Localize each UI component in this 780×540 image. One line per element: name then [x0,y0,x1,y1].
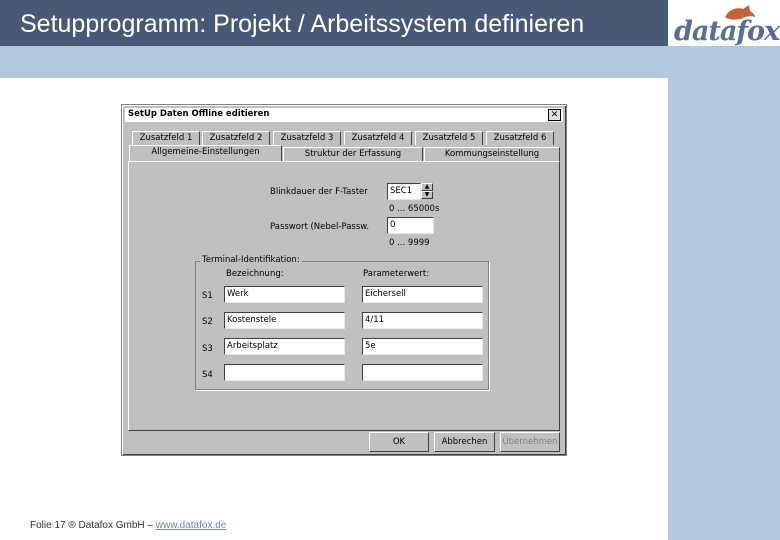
tab-zusatzfeld-3[interactable]: Zusatzfeld 3 [273,131,341,145]
slide-title: Setupprogramm: Projekt / Arbeitssystem d… [20,10,585,38]
tab-struktur-der-erfassung[interactable]: Struktur der Erfassung [283,147,423,161]
tab-zusatzfeld-1[interactable]: Zusatzfeld 1 [132,131,200,145]
row-label-s1: S1 [202,291,213,301]
blink-duration-input[interactable]: SEC1 [387,183,421,200]
datafox-logo: datafox: [674,16,780,47]
blink-duration-stepper[interactable]: ▲ ▼ [421,183,433,200]
slide-footer: Folie 17 ® Datafox GmbH – www.datafox.de [30,520,226,531]
dialog-title-bar: SetUp Daten Offline editieren ✕ [125,108,563,122]
logo-area: datafox: [668,0,780,47]
password-input[interactable]: 0 [387,217,434,234]
footer-text: Folie 17 ® Datafox GmbH – [30,520,156,531]
parameter-input-s3[interactable]: 5e [362,338,483,355]
apply-button[interactable]: Übernehmen [500,432,560,452]
blink-duration-label: Blinkdauer der F-Taster [270,187,368,197]
slide-title-bar: Setupprogramm: Projekt / Arbeitssystem d… [0,0,668,46]
bezeichnung-input-s1[interactable]: Werk [224,286,345,303]
parameter-input-s2[interactable]: 4/11 [362,312,483,329]
ok-button[interactable]: OK [369,432,429,452]
slide-accent-band [0,46,668,78]
tab-allgemeine-einstellungen[interactable]: Allgemeine-Einstellungen [129,145,282,162]
password-label: Passwort (Nebel-Passw. [270,222,370,232]
row-label-s2: S2 [202,317,213,327]
tab-zusatzfeld-4[interactable]: Zusatzfeld 4 [344,131,412,145]
parameter-input-s4[interactable] [362,364,483,381]
cancel-button[interactable]: Abbrechen [434,432,495,452]
spin-down-icon[interactable]: ▼ [421,191,433,199]
bezeichnung-input-s3[interactable]: Arbeitsplatz [224,338,345,355]
parameter-input-s1[interactable]: Eichersell [362,286,483,303]
spin-up-icon[interactable]: ▲ [421,183,433,191]
row-label-s3: S3 [202,344,213,354]
row-label-s4: S4 [202,370,213,380]
bezeichnung-input-s2[interactable]: Kostenstele [224,312,345,329]
tab-zusatzfeld-2[interactable]: Zusatzfeld 2 [202,131,270,145]
column-header-bezeichnung: Bezeichnung: [226,269,284,279]
tab-zusatzfeld-5[interactable]: Zusatzfeld 5 [415,131,483,145]
column-header-parameterwert: Parameterwert: [363,269,430,279]
dialog-title: SetUp Daten Offline editieren [128,109,270,119]
footer-link[interactable]: www.datafox.de [156,520,227,531]
password-range: 0 ... 9999 [389,238,430,248]
bezeichnung-input-s4[interactable] [224,364,345,381]
close-icon[interactable]: ✕ [548,109,561,121]
blink-duration-range: 0 ... 65000s [389,204,440,214]
slide-right-strip [668,0,780,540]
tab-zusatzfeld-6[interactable]: Zusatzfeld 6 [486,131,554,145]
setup-dialog: SetUp Daten Offline editieren ✕ Zusatzfe… [121,104,567,456]
group-legend: Terminal-Identifikation: [200,255,302,265]
tab-kommungseinstellung[interactable]: Kommungseinstellung [424,147,560,161]
